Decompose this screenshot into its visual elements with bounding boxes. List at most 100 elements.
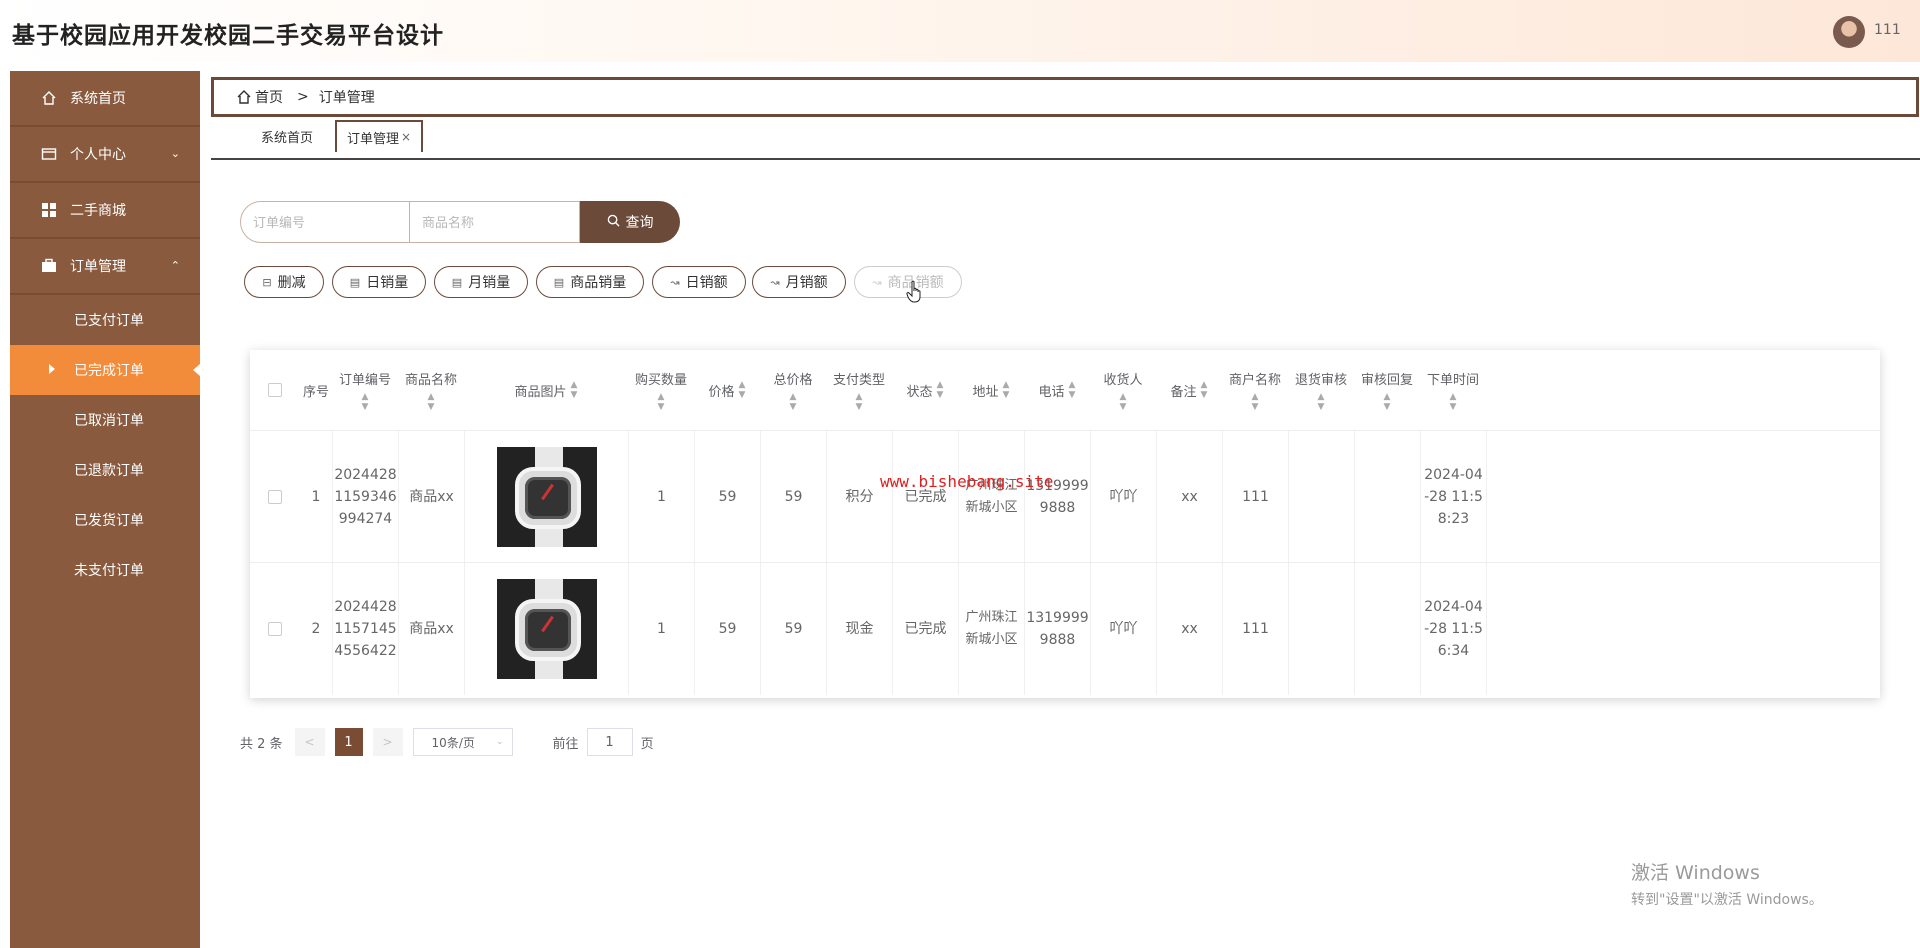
col-order-time[interactable]: 下单时间 ▲ ▼ — [1420, 350, 1486, 430]
sort-icon[interactable]: ▲ ▼ — [1318, 392, 1325, 412]
sort-icon[interactable]: ▲ ▼ — [739, 380, 746, 400]
col-receiver[interactable]: 收货人 ▲ ▼ — [1090, 350, 1156, 430]
col-phone[interactable]: 电话 ▲ ▼ — [1024, 350, 1090, 430]
col-pay-type[interactable]: 支付类型 ▲ ▼ — [826, 350, 892, 430]
col-product-image[interactable]: 商品图片 ▲ ▼ — [464, 350, 628, 430]
sort-icon[interactable]: ▲ ▼ — [1003, 380, 1010, 400]
tab-label: 订单管理 — [347, 131, 400, 147]
col-label: 状态 — [906, 384, 933, 400]
next-page-button[interactable]: > — [372, 728, 403, 756]
caret-right-icon — [49, 364, 55, 374]
search-button[interactable]: 查询 — [580, 201, 680, 243]
search-bar: 查询 — [240, 201, 680, 243]
page-number-1[interactable]: 1 — [334, 728, 363, 756]
delete-button[interactable]: ⊟ 删减 — [244, 266, 324, 298]
cell-quantity: 1 — [628, 431, 694, 563]
sidebar-subitem-cancelled-orders[interactable]: 已取消订单 — [10, 395, 200, 445]
row-checkbox[interactable] — [268, 490, 282, 504]
sidebar-subitem-shipped-orders[interactable]: 已发货订单 — [10, 495, 200, 545]
briefcase-icon — [40, 257, 58, 275]
user-name[interactable]: 111 — [1874, 22, 1901, 38]
prev-page-button[interactable]: < — [294, 728, 325, 756]
sidebar-subitem-paid-orders[interactable]: 已支付订单 — [10, 295, 200, 345]
button-label: 日销量 — [366, 275, 409, 291]
cell-receiver: 吖吖 — [1090, 563, 1156, 695]
wallet-icon — [40, 145, 58, 163]
goto-page-input[interactable] — [586, 728, 633, 756]
col-label: 序号 — [302, 384, 329, 400]
sort-icon[interactable]: ▲ ▼ — [428, 392, 435, 412]
col-price[interactable]: 价格 ▲ ▼ — [694, 350, 760, 430]
product-sales-volume-button[interactable]: ▤ 商品销量 — [536, 266, 644, 298]
sort-icon[interactable]: ▲ ▼ — [1201, 380, 1208, 400]
sidebar-subitem-unpaid-orders[interactable]: 未支付订单 — [10, 545, 200, 595]
col-label: 订单编号 — [338, 372, 391, 388]
cell-order-no: 2024428 1157145 4556422 — [332, 563, 398, 695]
daily-sales-amount-button[interactable]: ↝ 日销额 — [652, 266, 746, 298]
cell-review-reply — [1354, 431, 1420, 563]
daily-sales-volume-button[interactable]: ▤ 日销量 — [332, 266, 426, 298]
col-label: 备注 — [1170, 384, 1197, 400]
monthly-sales-volume-button[interactable]: ▤ 月销量 — [434, 266, 528, 298]
cell-remark: xx — [1156, 563, 1222, 695]
sidebar-subitem-completed-orders[interactable]: 已完成订单 — [10, 345, 200, 395]
col-merchant[interactable]: 商户名称 ▲ ▼ — [1222, 350, 1288, 430]
sidebar-subitem-refunded-orders[interactable]: 已退款订单 — [10, 445, 200, 495]
row-select[interactable] — [250, 563, 300, 695]
cell-return-review — [1288, 563, 1354, 695]
header-select-all[interactable] — [250, 350, 300, 430]
close-icon[interactable]: × — [401, 130, 411, 144]
monthly-sales-amount-button[interactable]: ↝ 月销额 — [752, 266, 846, 298]
search-button-label: 查询 — [625, 215, 654, 231]
sort-icon[interactable]: ▲ ▼ — [362, 392, 369, 412]
sidebar-item-orders[interactable]: 订单管理 ⌃ — [10, 239, 200, 295]
tab-home[interactable]: 系统首页 — [251, 120, 323, 152]
col-order-no[interactable]: 订单编号 ▲ ▼ — [332, 350, 398, 430]
col-quantity[interactable]: 购买数量 ▲ ▼ — [628, 350, 694, 430]
sidebar-item-home[interactable]: 系统首页 — [10, 71, 200, 127]
table-header: 序号 订单编号 ▲ ▼ 商品名称 ▲ ▼ 商品图片 ▲ ▼ 购买数量 ▲ ▼ 价格 ▲ ▼ 总价格 ▲… — [250, 350, 1880, 430]
product-name-input[interactable] — [410, 201, 580, 243]
sort-icon[interactable]: ▲ ▼ — [1252, 392, 1259, 412]
table-row: 1 2024428 1159346 994274 商品xx 1 59 59 积分… — [250, 430, 1880, 563]
pagination: 共 2 条 < 1 > 10条/页 ⌄ 前往 页 — [240, 728, 654, 756]
product-image — [496, 579, 597, 679]
tab-order-management[interactable]: 订单管理 × — [335, 120, 424, 152]
sort-icon[interactable]: ▲ ▼ — [856, 392, 863, 412]
user-avatar[interactable] — [1833, 16, 1865, 48]
sidebar-subitem-label: 已取消订单 — [74, 413, 144, 429]
sort-icon[interactable]: ▲ ▼ — [1384, 392, 1391, 412]
sort-icon[interactable]: ▲ ▼ — [937, 380, 944, 400]
col-label: 商品图片 — [514, 384, 567, 400]
activation-subtitle: 转到"设置"以激活 Windows。 — [1631, 892, 1823, 908]
col-total[interactable]: 总价格 ▲ ▼ — [760, 350, 826, 430]
page-size-select[interactable]: 10条/页 ⌄ — [412, 728, 513, 756]
sort-icon[interactable]: ▲ ▼ — [658, 392, 665, 412]
sidebar-item-mall[interactable]: 二手商城 — [10, 183, 200, 239]
sort-icon[interactable]: ▲ ▼ — [1450, 392, 1457, 412]
sort-icon[interactable]: ▲ ▼ — [571, 380, 578, 400]
cell-index: 1 — [311, 489, 321, 505]
col-label: 购买数量 — [634, 372, 687, 388]
row-checkbox[interactable] — [268, 622, 282, 636]
sort-icon[interactable]: ▲ ▼ — [1120, 392, 1127, 412]
cell-quantity: 1 — [628, 563, 694, 695]
col-remark[interactable]: 备注 ▲ ▼ — [1156, 350, 1222, 430]
col-product-name[interactable]: 商品名称 ▲ ▼ — [398, 350, 464, 430]
col-return-review[interactable]: 退货审核 ▲ ▼ — [1288, 350, 1354, 430]
select-all-checkbox[interactable] — [268, 383, 282, 397]
search-icon — [607, 214, 620, 231]
col-status[interactable]: 状态 ▲ ▼ — [892, 350, 958, 430]
sort-icon[interactable]: ▲ ▼ — [790, 392, 797, 412]
button-label: 月销额 — [785, 275, 828, 291]
col-address[interactable]: 地址 ▲ ▼ — [958, 350, 1024, 430]
button-label: 日销额 — [685, 275, 728, 291]
page-suffix: 页 — [640, 736, 654, 752]
col-review-reply[interactable]: 审核回复 ▲ ▼ — [1354, 350, 1420, 430]
sort-icon[interactable]: ▲ ▼ — [1069, 380, 1076, 400]
col-label: 地址 — [972, 384, 999, 400]
sidebar-item-personal-center[interactable]: 个人中心 ⌄ — [10, 127, 200, 183]
row-select[interactable] — [250, 431, 300, 563]
breadcrumb-home[interactable]: 首页 — [255, 87, 283, 107]
order-number-input[interactable] — [240, 201, 410, 243]
